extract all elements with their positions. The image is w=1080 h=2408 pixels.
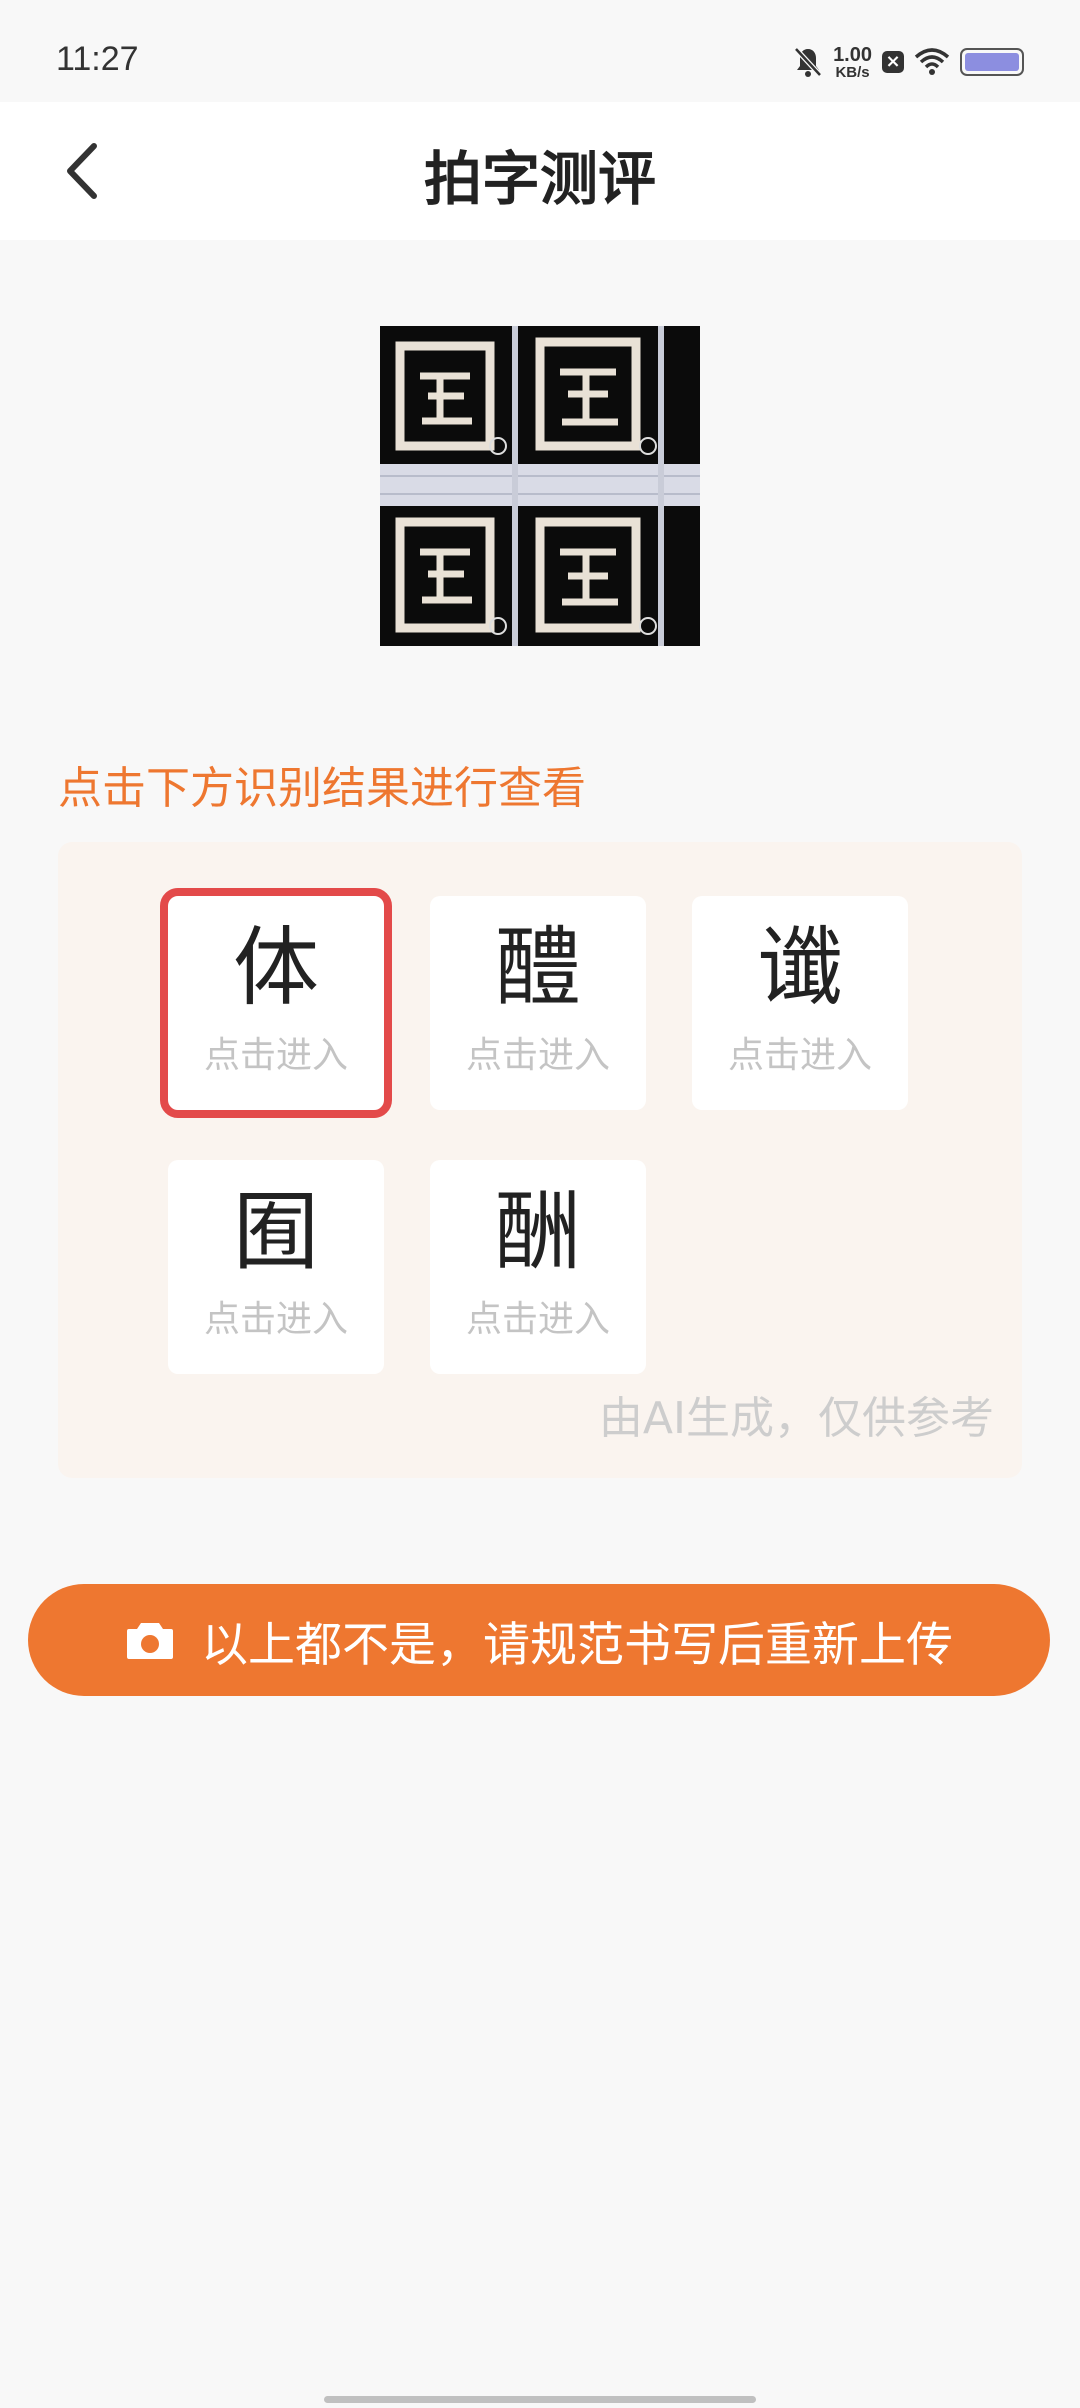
result-char: 醴	[495, 918, 581, 1018]
close-box-icon: ×	[882, 51, 904, 73]
reupload-button[interactable]: 以上都不是，请规范书写后重新上传	[28, 1584, 1050, 1696]
result-char: 体	[233, 918, 319, 1018]
result-char: 囿	[233, 1182, 319, 1282]
results-panel: 体 点击进入 醴 点击进入 谶 点击进入 囿 点击进入 酬 点击进入 由AI生成…	[58, 842, 1022, 1478]
result-char: 谶	[757, 918, 843, 1018]
result-char: 酬	[495, 1182, 581, 1282]
result-enter-label: 点击进入	[465, 1299, 610, 1340]
net-speed-unit: KB/s	[835, 63, 870, 81]
result-enter-label: 点击进入	[203, 1299, 348, 1340]
page-title: 拍字测评	[423, 145, 656, 213]
result-card[interactable]: 谶 点击进入	[692, 896, 908, 1110]
home-indicator[interactable]	[324, 2396, 756, 2403]
result-enter-label: 点击进入	[203, 1035, 348, 1076]
reupload-label: 以上都不是，请规范书写后重新上传	[201, 1617, 953, 1673]
wifi-icon	[914, 48, 950, 75]
ai-disclaimer: 由AI生成，仅供参考	[598, 1393, 994, 1444]
result-enter-label: 点击进入	[465, 1035, 610, 1076]
result-hint: 点击下方识别结果进行查看	[58, 763, 586, 814]
result-card[interactable]: 囿 点击进入	[168, 1160, 384, 1374]
result-card[interactable]: 醴 点击进入	[430, 896, 646, 1110]
result-card[interactable]: 酬 点击进入	[430, 1160, 646, 1374]
status-icons: 1.00 KB/s ×	[793, 42, 1024, 82]
net-speed: 1.00 KB/s	[833, 45, 872, 80]
battery-fill	[965, 53, 1019, 71]
bell-muted-icon	[794, 47, 822, 77]
camera-icon	[127, 1623, 173, 1659]
battery-icon	[960, 48, 1024, 76]
captured-photo	[380, 326, 700, 646]
result-enter-label: 点击进入	[727, 1035, 872, 1076]
status-time: 11:27	[56, 40, 139, 78]
status-bar: 11:27 1.00 KB/s ×	[0, 0, 1080, 100]
result-card[interactable]: 体 点击进入	[160, 888, 392, 1118]
captured-photo-graphic	[380, 326, 700, 646]
net-speed-value: 1.00	[833, 43, 872, 66]
nav-bar: 拍字测评	[0, 102, 1080, 240]
